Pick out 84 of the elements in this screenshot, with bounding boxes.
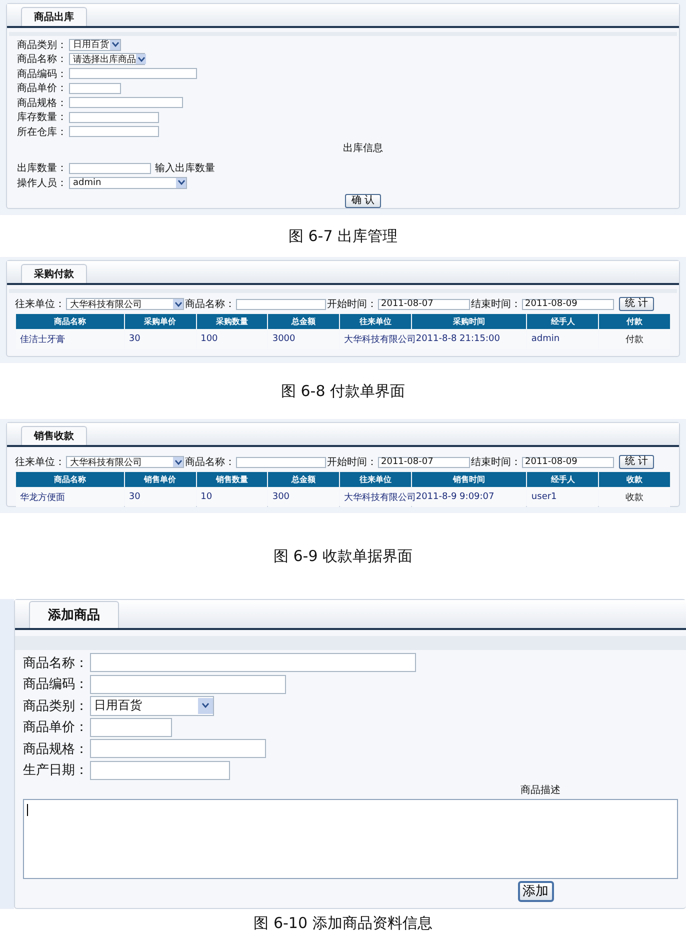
filter-label: 往来单位： — [15, 298, 65, 311]
caret-icon — [173, 457, 183, 467]
column-header: 往来单位 — [340, 472, 411, 487]
tab[interactable]: 商品出库 — [21, 7, 87, 26]
column-header: 往来单位 — [340, 314, 411, 329]
filter-label: 开始时间： — [327, 456, 377, 469]
filter-label: 开始时间： — [327, 298, 377, 311]
input-field[interactable] — [69, 82, 121, 94]
confirm-button[interactable]: 确 认 — [345, 194, 381, 208]
filter-label: 商品名称： — [185, 298, 235, 311]
field-label: 商品单价： — [23, 719, 88, 736]
field-label: 出库数量： — [17, 162, 67, 176]
input-field[interactable] — [69, 68, 197, 80]
caret-icon — [136, 54, 146, 64]
dropdown[interactable]: 日用百货 — [90, 696, 214, 716]
description-label: 商品描述 — [520, 784, 560, 797]
dropdown[interactable]: admin — [69, 176, 187, 189]
input-field[interactable]: 2011-08-09 — [522, 298, 614, 310]
filter-label: 商品名称： — [185, 456, 235, 469]
section-label: 出库信息 — [343, 142, 383, 155]
input-field[interactable] — [90, 739, 266, 758]
tab[interactable]: 添加商品 — [29, 601, 119, 628]
figure-caption: 图 6-7 出库管理 — [288, 226, 398, 246]
field-label: 生产日期： — [23, 762, 88, 780]
column-header: 采购单价 — [124, 314, 196, 329]
figure-caption: 图 6-8 付款单界面 — [280, 382, 406, 400]
tab[interactable]: 采购付款 — [21, 264, 87, 283]
input-field[interactable] — [236, 298, 326, 310]
statistics-button[interactable]: 统 计 — [619, 297, 654, 311]
input-field[interactable] — [90, 718, 172, 737]
input-field[interactable] — [69, 162, 151, 174]
statistics-button[interactable]: 统 计 — [619, 455, 654, 469]
field-label: 商品编码： — [23, 676, 88, 694]
figure-caption: 图 6-9 收款单据界面 — [273, 546, 413, 566]
input-field[interactable]: 2011-08-07 — [378, 456, 470, 468]
column-header: 销售数量 — [196, 472, 268, 487]
column-header: 总金额 — [268, 314, 340, 329]
dropdown[interactable]: 日用百货 — [69, 38, 121, 51]
filter-label: 结束时间： — [471, 298, 521, 311]
input-field[interactable]: 2011-08-09 — [522, 456, 614, 468]
field-label: 商品单价： — [17, 82, 67, 96]
caret-icon — [110, 40, 120, 50]
input-field[interactable]: 2011-08-07 — [378, 298, 470, 310]
column-header: 总金额 — [268, 472, 340, 487]
filter-label: 往来单位： — [15, 456, 65, 469]
field-label: 商品编码： — [17, 68, 67, 81]
field-label: 商品规格： — [17, 96, 67, 110]
dropdown[interactable]: 大华科技有限公司 — [66, 298, 184, 310]
input-field[interactable] — [69, 97, 183, 108]
field-label: 商品规格： — [23, 740, 88, 758]
column-header: 商品名称 — [16, 472, 124, 487]
column-header: 商品名称 — [16, 314, 124, 329]
hint-text: 输入出库数量 — [155, 162, 215, 176]
input-field[interactable] — [69, 126, 159, 138]
caret-icon — [176, 178, 186, 188]
add-button[interactable]: 添加 — [518, 881, 554, 902]
input-field[interactable] — [90, 674, 286, 694]
column-header: 采购数量 — [196, 314, 268, 329]
field-label: 商品名称： — [23, 654, 88, 672]
field-label: 操作人员： — [17, 176, 67, 190]
input-field[interactable] — [236, 456, 326, 468]
dropdown[interactable]: 请选择出库商品 — [69, 53, 145, 66]
caret-icon — [198, 698, 213, 714]
field-label: 商品类别： — [17, 38, 67, 52]
input-field[interactable] — [69, 112, 159, 123]
column-header: 销售时间 — [412, 472, 526, 487]
column-header: 经手人 — [527, 314, 598, 329]
figure-caption: 图 6-10 添加商品资料信息 — [254, 914, 432, 932]
column-header: 付款 — [599, 314, 670, 329]
column-header: 收款 — [599, 472, 670, 487]
input-field[interactable] — [90, 653, 416, 672]
field-label: 商品类别： — [23, 698, 88, 715]
caret-icon — [173, 299, 183, 309]
field-label: 所在仓库： — [17, 126, 67, 139]
tab[interactable]: 销售收款 — [21, 426, 87, 445]
filter-label: 结束时间： — [471, 456, 521, 469]
description-textarea[interactable] — [23, 799, 678, 879]
column-header: 经手人 — [527, 472, 598, 487]
column-header: 采购时间 — [412, 314, 526, 329]
field-label: 库存数量： — [17, 110, 67, 124]
dropdown[interactable]: 大华科技有限公司 — [66, 456, 184, 468]
column-header: 销售单价 — [124, 472, 196, 487]
field-label: 商品名称： — [17, 52, 67, 66]
input-field[interactable] — [90, 760, 230, 780]
